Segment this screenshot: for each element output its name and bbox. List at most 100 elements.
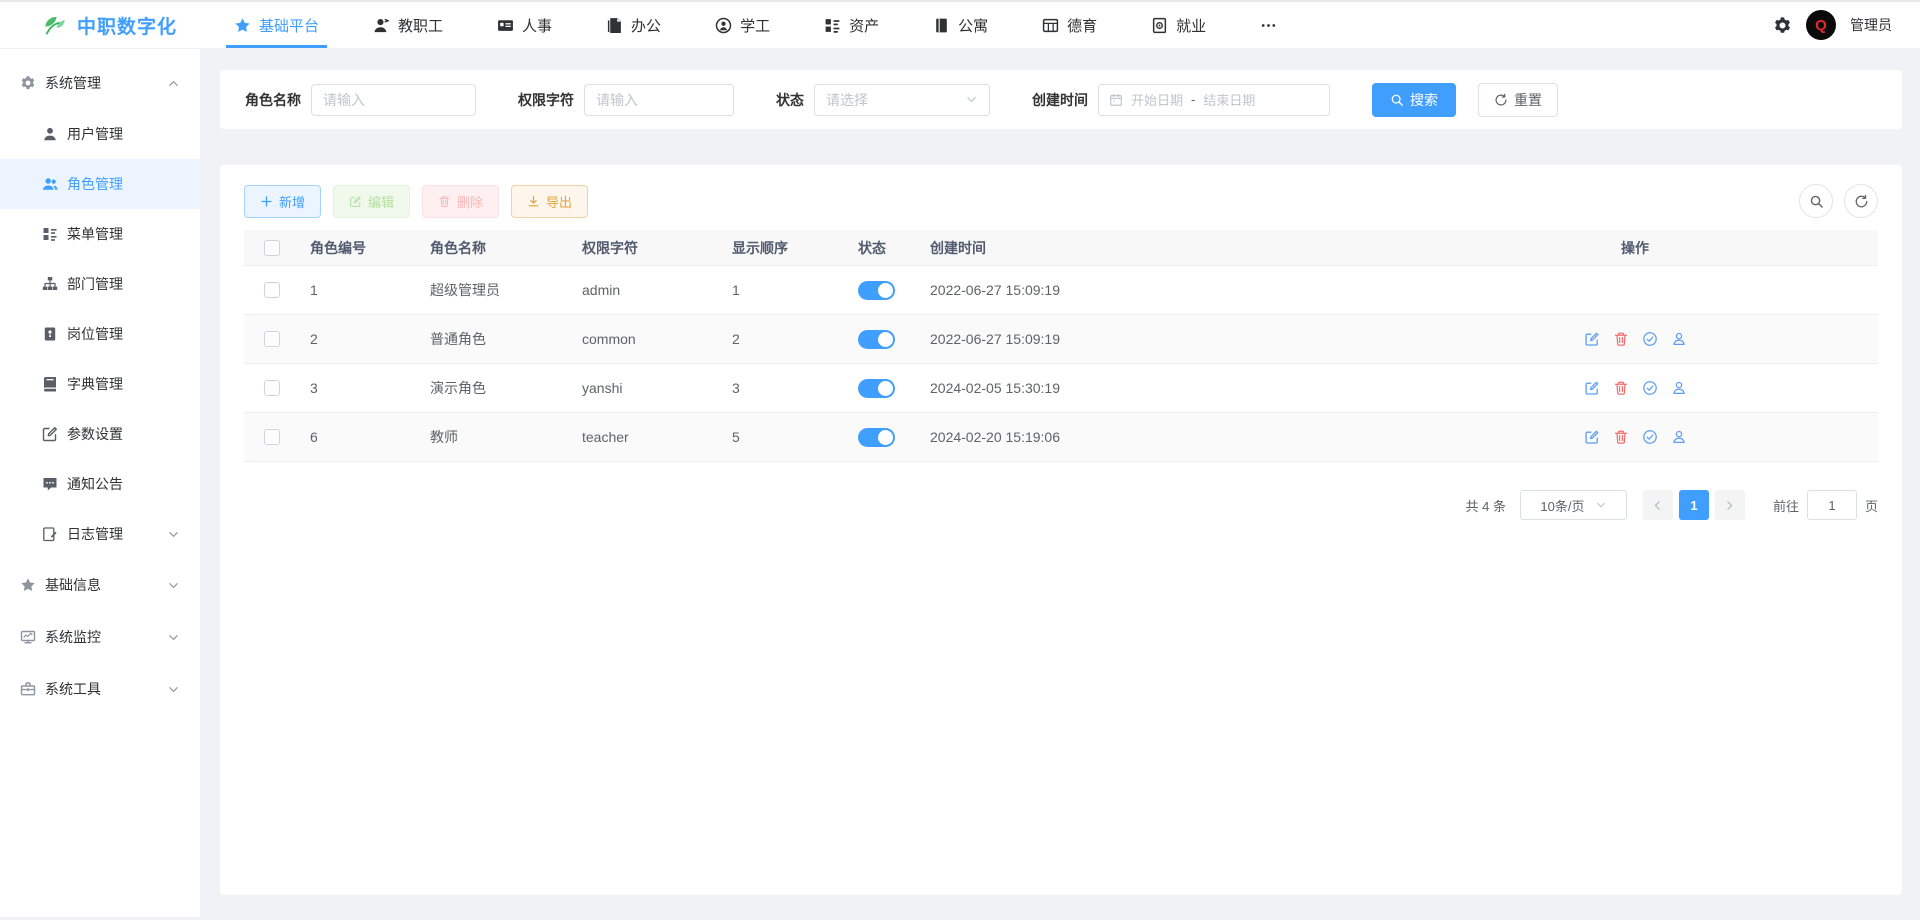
brand[interactable]: 中职数字化 [0,12,200,39]
chevron-down-icon [1595,499,1607,511]
row-delete-button[interactable] [1613,380,1629,396]
row-checkbox[interactable] [264,331,280,347]
sidebar-item-参数设置[interactable]: 参数设置 [0,409,200,459]
delete-button[interactable]: 删除 [422,185,499,218]
org-chart-icon [42,276,58,292]
perm-key-input[interactable] [584,84,734,116]
topnav-item-教职工[interactable]: 教职工 [363,2,453,48]
edit-icon [1584,429,1600,445]
prev-page-button[interactable] [1643,490,1673,520]
row-delete-button[interactable] [1613,331,1629,347]
table-panel: 新增 编辑 删除 导出 [220,165,1902,895]
edit-icon [1584,331,1600,347]
cell-created-time: 2024-02-05 15:30:19 [920,380,1392,396]
book-icon [42,376,58,392]
status-select[interactable]: 请选择 [814,84,990,116]
plus-icon [260,195,273,208]
topnav-item-label: 公寓 [958,15,988,36]
sidebar-group-系统监控[interactable]: 系统监控 [0,611,200,663]
log-icon [42,526,58,542]
users-icon [42,176,58,192]
reset-button[interactable]: 重置 [1478,83,1558,117]
row-assign-user-button[interactable] [1671,331,1687,347]
cell-role-status [848,379,920,398]
row-checkbox[interactable] [264,282,280,298]
end-date-placeholder: 结束日期 [1203,90,1255,109]
cell-role-key: admin [572,282,722,298]
header-checkbox-cell [244,240,300,256]
refresh-table-button[interactable] [1844,184,1878,218]
topnav-item-more[interactable] [1250,2,1287,48]
cell-role-sort: 5 [722,429,848,445]
sidebar-group-label: 系统管理 [45,73,167,93]
export-button[interactable]: 导出 [511,185,588,218]
sidebar-item-label: 日志管理 [67,524,167,544]
goto-page-input[interactable] [1807,490,1857,520]
topnav-item-人事[interactable]: 人事 [487,2,562,48]
status-toggle[interactable] [858,281,895,300]
row-edit-button[interactable] [1584,380,1600,396]
settings-gear-icon[interactable] [1773,16,1792,35]
topnav-item-德育[interactable]: 德育 [1032,2,1107,48]
row-assign-user-button[interactable] [1671,429,1687,445]
status-toggle[interactable] [858,379,895,398]
date-range-picker[interactable]: 开始日期 - 结束日期 [1098,84,1330,116]
message-icon [42,476,58,492]
chevron-right-icon [1723,499,1736,512]
toggle-search-button[interactable] [1799,184,1833,218]
sidebar-group-系统管理[interactable]: 系统管理 [0,57,200,109]
avatar[interactable]: Q [1806,10,1836,40]
next-page-button[interactable] [1715,490,1745,520]
sidebar-group-基础信息[interactable]: 基础信息 [0,559,200,611]
row-checkbox[interactable] [264,380,280,396]
date-range-separator: - [1191,92,1195,107]
role-name-input[interactable] [311,84,476,116]
status-toggle[interactable] [858,330,895,349]
column-header-状态: 状态 [848,238,920,258]
table-row: 6教师teacher52024-02-20 15:19:06 [244,413,1878,462]
row-assign-user-button[interactable] [1671,380,1687,396]
page-size-select[interactable]: 10条/页 [1520,490,1627,520]
table-row: 2普通角色common22022-06-27 15:09:19 [244,315,1878,364]
sidebar-item-通知公告[interactable]: 通知公告 [0,459,200,509]
row-edit-button[interactable] [1584,429,1600,445]
topnav-item-label: 基础平台 [259,15,319,36]
page-number-1[interactable]: 1 [1679,490,1709,520]
row-edit-button[interactable] [1584,331,1600,347]
sidebar-group-label: 基础信息 [45,575,167,595]
row-datascope-button[interactable] [1642,429,1658,445]
topnav-item-公寓[interactable]: 公寓 [923,2,998,48]
column-header-创建时间: 创建时间 [920,238,1392,258]
cell-role-id: 6 [300,429,420,445]
topnav-item-就业[interactable]: 就业 [1141,2,1216,48]
sidebar-item-用户管理[interactable]: 用户管理 [0,109,200,159]
status-toggle[interactable] [858,428,895,447]
topnav-item-基础平台[interactable]: 基础平台 [224,2,329,48]
edit-button[interactable]: 编辑 [333,185,410,218]
select-all-checkbox[interactable] [264,240,280,256]
student-icon [715,17,732,34]
row-datascope-button[interactable] [1642,331,1658,347]
sprout-logo-icon [42,12,68,38]
search-panel: 角色名称 权限字符 状态 请选择 创建时间 开始日期 - [220,70,1902,129]
sidebar-item-角色管理[interactable]: 角色管理 [0,159,200,209]
user-outline-icon [1671,331,1687,347]
row-checkbox[interactable] [264,429,280,445]
row-checkbox-cell [244,380,300,396]
sidebar-item-日志管理[interactable]: 日志管理 [0,509,200,559]
sidebar-item-菜单管理[interactable]: 菜单管理 [0,209,200,259]
topnav-item-资产[interactable]: 资产 [814,2,889,48]
cell-operations [1392,331,1878,347]
sidebar-item-部门管理[interactable]: 部门管理 [0,259,200,309]
table-toolbar: 新增 编辑 删除 导出 [244,184,1878,218]
sidebar-item-岗位管理[interactable]: 岗位管理 [0,309,200,359]
sidebar-item-字典管理[interactable]: 字典管理 [0,359,200,409]
row-datascope-button[interactable] [1642,380,1658,396]
add-button[interactable]: 新增 [244,185,321,218]
topnav-item-办公[interactable]: 办公 [596,2,671,48]
chevron-down-icon [167,528,180,541]
search-button[interactable]: 搜索 [1372,83,1456,117]
row-delete-button[interactable] [1613,429,1629,445]
topnav-item-学工[interactable]: 学工 [705,2,780,48]
sidebar-group-系统工具[interactable]: 系统工具 [0,663,200,715]
